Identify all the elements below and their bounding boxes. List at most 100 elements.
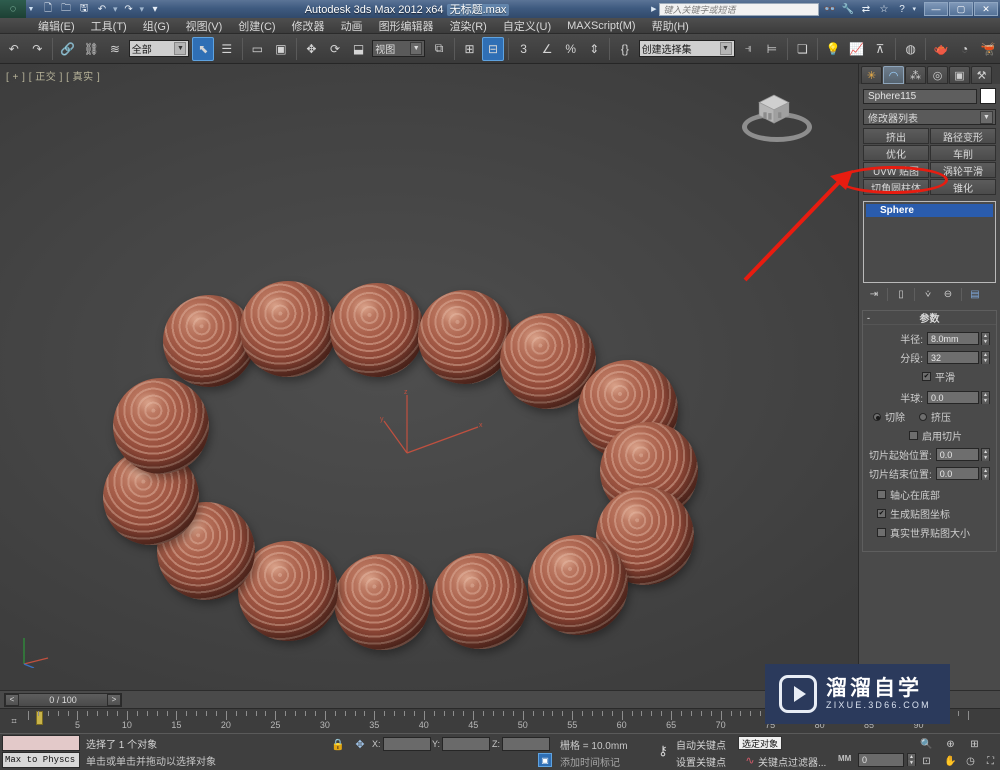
modifier-button-lathe[interactable]: 车削 bbox=[930, 145, 996, 161]
modifier-button-path-deform[interactable]: 路径变形 bbox=[930, 128, 996, 144]
menu-item-modifiers[interactable]: 修改器 bbox=[284, 18, 333, 34]
mirror-button[interactable]: ⊞ bbox=[459, 37, 481, 61]
orbit-icon[interactable]: ◷ bbox=[962, 753, 979, 769]
chevron-down-icon[interactable]: ▼ bbox=[980, 110, 993, 124]
rect-selection-region-button[interactable]: ▭ bbox=[247, 37, 269, 61]
hemisphere-field[interactable]: 0.0 bbox=[927, 391, 979, 404]
favorite-star-icon[interactable]: ☆ bbox=[876, 2, 891, 16]
modifier-button-extrude[interactable]: 挤出 bbox=[863, 128, 929, 144]
undo-dropdown-icon[interactable]: ▾ bbox=[112, 4, 119, 15]
menu-item-create[interactable]: 创建(C) bbox=[230, 18, 283, 34]
chevron-down-icon[interactable]: ▼ bbox=[410, 42, 423, 55]
modifier-button-optimize[interactable]: 优化 bbox=[863, 145, 929, 161]
align-button[interactable]: ⊟ bbox=[482, 36, 504, 61]
rendered-frame-button[interactable]: ◔ bbox=[954, 37, 976, 61]
zoom-region-icon[interactable]: ⊡ bbox=[918, 753, 935, 769]
bead-object[interactable] bbox=[528, 535, 628, 635]
wrench-icon[interactable]: 🔧 bbox=[840, 2, 855, 16]
slice-from-spinner[interactable]: ▲ ▼ bbox=[981, 448, 990, 461]
menu-item-views[interactable]: 视图(V) bbox=[178, 18, 231, 34]
x-field[interactable] bbox=[382, 736, 431, 751]
open-file-icon[interactable]: 🗀 bbox=[58, 2, 74, 17]
y-field[interactable] bbox=[442, 736, 491, 751]
time-next-frame-button[interactable]: > bbox=[107, 693, 121, 706]
smooth-checkbox[interactable]: ✔ bbox=[922, 372, 931, 381]
auto-key-button[interactable]: 自动关键点 bbox=[676, 737, 726, 752]
undo-icon[interactable]: ↶ bbox=[94, 2, 110, 17]
unlink-button[interactable]: ⛓ bbox=[81, 37, 103, 61]
collapse-icon[interactable]: - bbox=[867, 313, 870, 323]
viewport[interactable]: [ + ] [ 正交 ] [ 真实 ] z y x bbox=[0, 64, 858, 690]
show-end-result-icon[interactable]: ▯ bbox=[892, 287, 910, 302]
redo-button[interactable]: ↷ bbox=[27, 37, 49, 61]
view-cube[interactable] bbox=[738, 86, 816, 152]
undo-button[interactable]: ↶ bbox=[3, 37, 25, 61]
object-name-field[interactable]: Sphere115 bbox=[863, 88, 977, 104]
minimize-button[interactable]: — bbox=[924, 2, 948, 16]
menu-item-group[interactable]: 组(G) bbox=[135, 18, 178, 34]
radius-field[interactable]: 8.0mm bbox=[927, 332, 979, 345]
z-field[interactable] bbox=[502, 736, 550, 751]
chevron-down-icon[interactable]: ▼ bbox=[174, 42, 187, 55]
save-file-icon[interactable]: 🖫 bbox=[76, 2, 92, 17]
slice-on-checkbox[interactable] bbox=[909, 431, 918, 440]
redo-icon[interactable]: ↷ bbox=[121, 2, 137, 17]
customize-qat-icon[interactable]: ▾ bbox=[147, 2, 163, 17]
angle-snap-button[interactable]: ∠ bbox=[536, 37, 558, 61]
menu-item-edit[interactable]: 编辑(E) bbox=[30, 18, 83, 34]
schematic-view-button[interactable]: ⊼ bbox=[869, 37, 891, 61]
frame-number-spinner[interactable]: ▲ ▼ bbox=[907, 753, 916, 766]
edit-named-selection-button[interactable]: {} bbox=[614, 37, 636, 61]
selected-object-field[interactable]: 选定对象 bbox=[738, 736, 783, 750]
modifier-button-uvw-map[interactable]: UVW 贴图 bbox=[863, 162, 929, 178]
generate-map-coords-checkbox[interactable]: ✔ bbox=[877, 509, 886, 518]
zoom-icon[interactable]: 🔍 bbox=[918, 736, 935, 752]
view-cube-icon[interactable] bbox=[756, 92, 792, 126]
align-tool-button[interactable]: ⊨ bbox=[761, 37, 783, 61]
use-pivot-center-button[interactable]: ⧉ bbox=[428, 37, 450, 61]
radius-spinner[interactable]: ▲ ▼ bbox=[981, 332, 990, 345]
time-slider-thumb[interactable]: < 0 / 100 > bbox=[4, 692, 122, 707]
help-dropdown-icon[interactable]: ▾ bbox=[912, 5, 916, 13]
base-to-pivot-checkbox[interactable] bbox=[877, 490, 886, 499]
modifier-button-turbosmooth[interactable]: 涡轮平滑 bbox=[930, 162, 996, 178]
app-menu-chevron-icon[interactable]: ▼ bbox=[26, 6, 36, 13]
snap-toggle-button[interactable]: 3 bbox=[513, 37, 535, 61]
selection-filter-dropdown[interactable]: 全部 ▼ bbox=[128, 40, 190, 57]
lock-selection-icon[interactable]: 🔒 bbox=[330, 737, 346, 752]
bead-object[interactable] bbox=[432, 553, 528, 649]
time-prev-frame-button[interactable]: < bbox=[5, 693, 19, 706]
layer-manager-button[interactable]: ❏ bbox=[792, 37, 814, 61]
spinner-snap-button[interactable]: ⇕ bbox=[584, 37, 606, 61]
segments-spinner[interactable]: ▲ ▼ bbox=[981, 351, 990, 364]
add-time-tag-icon[interactable]: ▣ bbox=[538, 753, 552, 767]
select-rotate-button[interactable]: ⟳ bbox=[324, 37, 346, 61]
remove-modifier-icon[interactable]: ⊖ bbox=[939, 287, 957, 302]
frame-number-field[interactable]: 0 bbox=[858, 753, 904, 767]
bind-space-warp-button[interactable]: ≋ bbox=[104, 37, 126, 61]
ref-coord-system-dropdown[interactable]: 视图 ▼ bbox=[372, 40, 426, 57]
menu-item-graph-editors[interactable]: 图形编辑器 bbox=[371, 18, 442, 34]
select-link-button[interactable]: 🔗 bbox=[57, 37, 79, 61]
maximize-button[interactable]: ▢ bbox=[949, 2, 973, 16]
select-move-button[interactable]: ✥ bbox=[301, 37, 323, 61]
maxscript-listener-pink[interactable] bbox=[2, 735, 80, 751]
create-tab[interactable]: ✳ bbox=[861, 66, 882, 84]
real-world-size-checkbox[interactable] bbox=[877, 528, 886, 537]
viewport-label[interactable]: [ + ] [ 正交 ] [ 真实 ] bbox=[6, 68, 100, 83]
modifier-list-dropdown[interactable]: 修改器列表 ▼ bbox=[863, 109, 996, 125]
chop-radio[interactable] bbox=[873, 412, 881, 421]
mirror-tool-button[interactable]: ⫣ bbox=[738, 37, 760, 61]
light-lister-button[interactable]: 💡 bbox=[822, 37, 844, 61]
key-mode-icon[interactable]: ⌗ bbox=[4, 713, 24, 729]
set-key-button[interactable]: 设置关键点 bbox=[676, 754, 726, 769]
bead-object[interactable] bbox=[330, 283, 424, 377]
infocenter-expand-icon[interactable]: ▶ bbox=[651, 5, 656, 13]
pin-stack-icon[interactable]: ⇥ bbox=[865, 287, 883, 302]
menu-item-maxscript[interactable]: MAXScript(M) bbox=[559, 18, 643, 34]
key-filters-button[interactable]: 关键点过滤器... bbox=[758, 754, 826, 769]
motion-tab[interactable]: ◎ bbox=[927, 66, 948, 84]
percent-snap-button[interactable]: % bbox=[560, 37, 582, 61]
new-file-icon[interactable]: 🗋 bbox=[40, 2, 56, 17]
redo-dropdown-icon[interactable]: ▾ bbox=[139, 4, 146, 15]
